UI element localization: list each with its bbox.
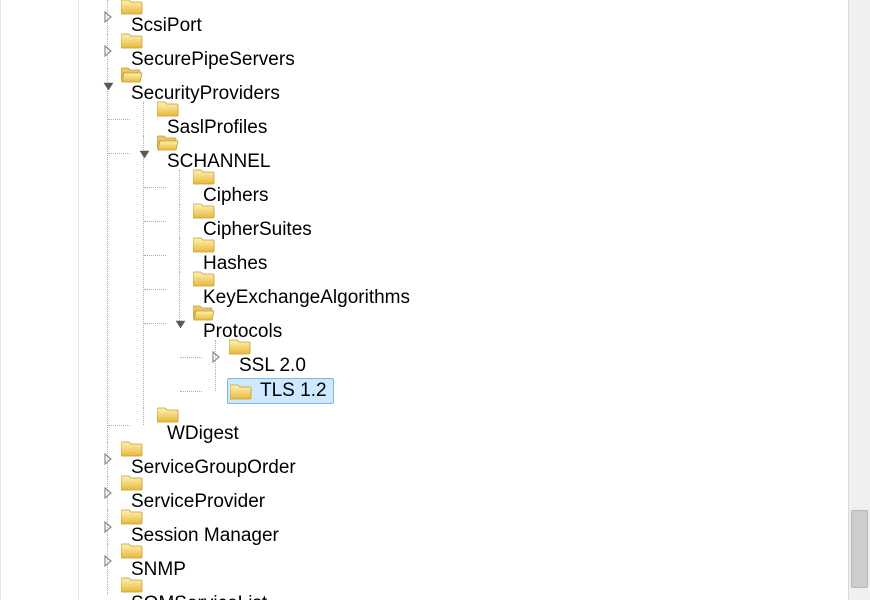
tree-row[interactable]: Hashes (173, 238, 848, 272)
folder-icon (157, 405, 241, 423)
tree-item[interactable]: TLS 1.2 (227, 378, 334, 404)
tree-node: SNMP (101, 544, 848, 578)
folder-icon (193, 269, 412, 287)
tree-row[interactable]: KeyExchangeAlgorithms (173, 272, 848, 306)
chevron-right-icon (102, 554, 114, 568)
tree-node: Protocols SSL 2.0 TLS 1.2 (173, 306, 848, 408)
expand-toggle-collapsed[interactable] (209, 350, 223, 364)
tree-row[interactable]: SecurityProviders (101, 68, 848, 102)
tree-row[interactable]: SOMServiceList (101, 578, 848, 600)
tree-row[interactable]: ScsiPort (101, 0, 848, 34)
tree-node: SecurityProvidersSaslProfilesSCHANNELCip… (101, 68, 848, 442)
folder-icon (193, 201, 314, 219)
tree-item[interactable]: SSL 2.0 (229, 337, 308, 377)
chevron-down-icon (102, 79, 115, 92)
chevron-down-icon (174, 317, 187, 330)
tree-node: ServiceProvider (101, 476, 848, 510)
expand-toggle-collapsed[interactable] (101, 44, 115, 58)
folder-icon (121, 507, 281, 525)
tree-row[interactable]: Ciphers (173, 170, 848, 204)
expand-toggle-collapsed[interactable] (101, 520, 115, 534)
folder-icon (121, 0, 204, 15)
chevron-right-icon (102, 10, 114, 24)
expand-toggle-expanded[interactable] (173, 316, 187, 330)
folder-icon (193, 235, 269, 253)
expand-toggle-collapsed[interactable] (101, 452, 115, 466)
chevron-right-icon (102, 520, 114, 534)
folder-open-icon (193, 303, 284, 321)
tree-row[interactable]: Protocols (173, 306, 848, 340)
left-gutter (1, 0, 79, 600)
tree-node: ServiceGroupOrder (101, 442, 848, 476)
expand-toggle-expanded[interactable] (101, 78, 115, 92)
tree-row[interactable]: SecurePipeServers (101, 34, 848, 68)
tree-node: ScsiPort (101, 0, 848, 34)
folder-icon (121, 31, 297, 49)
scrollbar-thumb[interactable] (851, 510, 868, 588)
tree-item-label: TLS 1.2 (258, 380, 329, 402)
expand-toggle-expanded[interactable] (137, 146, 151, 160)
chevron-right-icon (102, 486, 114, 500)
chevron-right-icon (102, 44, 114, 58)
tree-row[interactable]: TLS 1.2 (209, 374, 848, 408)
folder-icon (157, 99, 269, 117)
tree-node: Ciphers (173, 170, 848, 204)
folder-open-icon (157, 133, 272, 151)
chevron-right-icon (210, 350, 222, 364)
tree-row[interactable]: SaslProfiles (137, 102, 848, 136)
folder-icon (230, 382, 252, 400)
tree-node: KeyExchangeAlgorithms (173, 272, 848, 306)
folder-icon (121, 541, 188, 559)
tree-node: CipherSuites (173, 204, 848, 238)
expand-toggle-collapsed[interactable] (101, 554, 115, 568)
tree-row[interactable]: Session Manager (101, 510, 848, 544)
tree-node: SCHANNELCiphersCipherSuitesHashesKeyExch… (137, 136, 848, 408)
tree-row[interactable]: SSL 2.0 (209, 340, 848, 374)
folder-icon (121, 473, 267, 491)
chevron-right-icon (102, 452, 114, 466)
tree-item-label: SSL 2.0 (237, 355, 308, 376)
tree-node: TLS 1.2 (209, 374, 848, 408)
tree-node: Session Manager (101, 510, 848, 544)
tree-node: SOMServiceList (101, 578, 848, 600)
vertical-scrollbar[interactable] (848, 0, 870, 600)
tree-row[interactable]: CipherSuites (173, 204, 848, 238)
tree-row[interactable]: SCHANNEL (137, 136, 848, 170)
tree-node: SSL 2.0 (209, 340, 848, 374)
tree-node: SaslProfiles (137, 102, 848, 136)
folder-icon (193, 167, 270, 185)
tree-item[interactable]: SOMServiceList (121, 575, 269, 600)
expand-toggle-collapsed[interactable] (101, 486, 115, 500)
tree-row[interactable]: ServiceProvider (101, 476, 848, 510)
folder-open-icon (121, 65, 282, 83)
tree-row[interactable]: WDigest (137, 408, 848, 442)
tree-row[interactable]: ServiceGroupOrder (101, 442, 848, 476)
expand-toggle-collapsed[interactable] (101, 10, 115, 24)
registry-tree[interactable]: ScsiPortSecurePipeServersSecurityProvide… (79, 0, 848, 600)
folder-icon (121, 439, 298, 457)
window-content: ScsiPortSecurePipeServersSecurityProvide… (0, 0, 870, 600)
folder-icon (121, 575, 269, 593)
tree-item-label: SOMServiceList (129, 593, 269, 600)
tree-node: WDigest (137, 408, 848, 442)
chevron-down-icon (138, 147, 151, 160)
tree-node: Hashes (173, 238, 848, 272)
tree-row[interactable]: SNMP (101, 544, 848, 578)
tree-node: SecurePipeServers (101, 34, 848, 68)
folder-icon (229, 337, 308, 355)
